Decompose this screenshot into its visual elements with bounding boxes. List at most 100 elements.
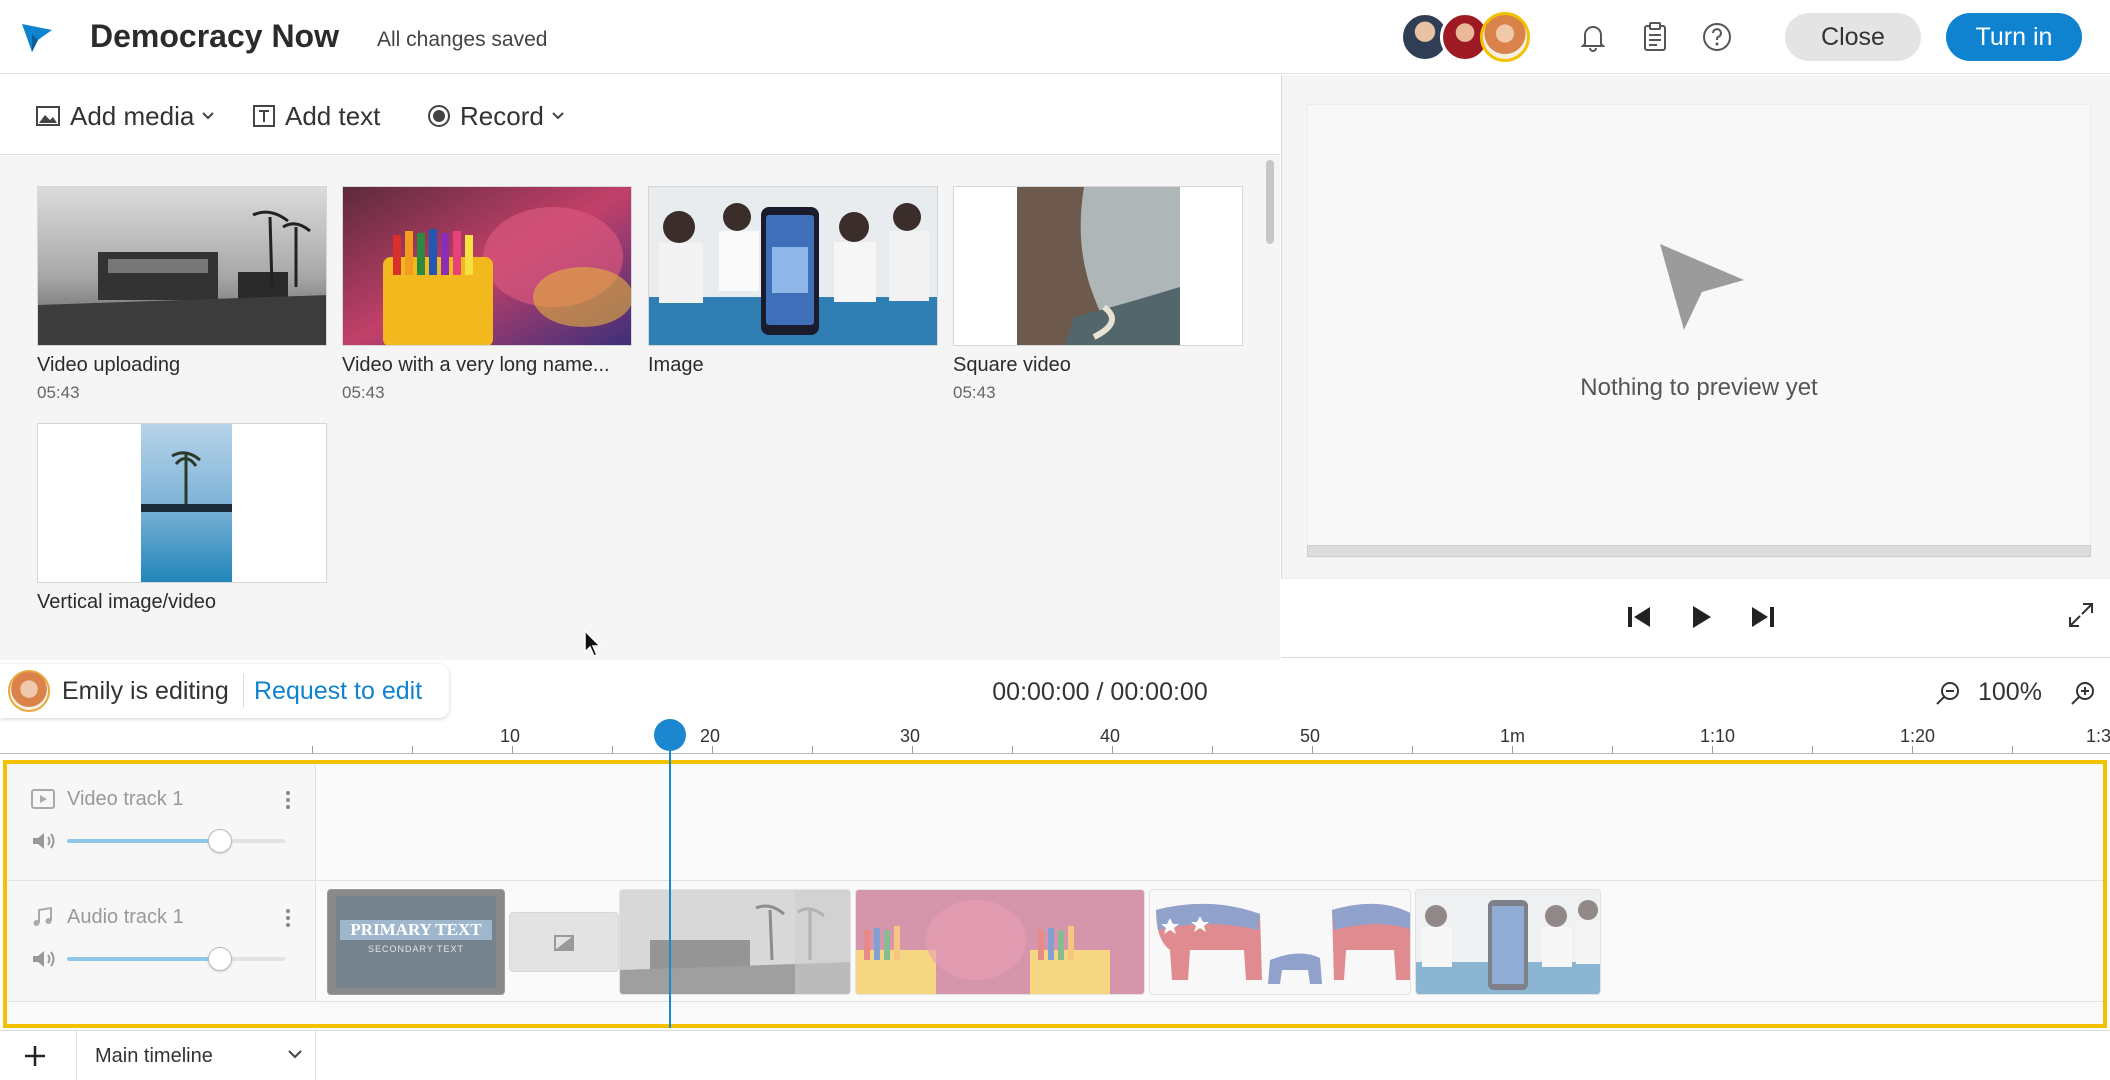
divider: [243, 674, 244, 708]
ruler-label: 20: [700, 726, 721, 746]
media-thumbnail: [648, 186, 938, 346]
more-vertical-icon[interactable]: [285, 908, 291, 928]
ruler-label: 40: [1100, 726, 1121, 746]
media-item[interactable]: Video uploading 05:43: [37, 186, 327, 403]
add-media-label: Add media: [70, 100, 195, 131]
preview-progress-bar[interactable]: [1307, 545, 2091, 557]
playback-controls: [1281, 578, 2110, 658]
app-logo-icon: [1660, 244, 1744, 330]
collaborator-avatars[interactable]: [1400, 12, 1530, 62]
media-item[interactable]: Image: [648, 186, 938, 377]
media-duration: 05:43: [37, 383, 80, 402]
fullscreen-icon[interactable]: [2067, 601, 2095, 629]
playhead-handle[interactable]: [654, 719, 686, 751]
media-clip[interactable]: [619, 889, 851, 995]
avatar: [8, 670, 50, 712]
add-text-label: Add text: [285, 100, 381, 131]
project-title: Democracy Now: [90, 18, 339, 54]
record-label: Record: [460, 100, 544, 131]
audio-track: Audio track 1 PRIMARY TEXT SECONDARY TEX…: [7, 882, 2103, 1002]
ruler-label: 30: [900, 726, 921, 746]
ruler-label: 1:30: [2086, 726, 2110, 746]
ruler-label: 10: [500, 726, 521, 746]
ruler-tick: [1812, 746, 1813, 753]
timeline-footer: Main timeline: [0, 1030, 2110, 1080]
zoom-level: 100%: [1978, 678, 2042, 706]
zoom-out-icon[interactable]: [1935, 680, 1961, 706]
ruler-tick: [512, 746, 513, 753]
ruler-tick: [1912, 746, 1913, 753]
help-icon[interactable]: [1700, 20, 1734, 54]
volume-slider-handle[interactable]: [208, 947, 232, 971]
ruler-tick: [312, 746, 313, 753]
record-icon: [428, 105, 450, 127]
clipboard-icon[interactable]: [1638, 20, 1672, 54]
volume-icon[interactable]: [31, 948, 57, 970]
volume-icon[interactable]: [31, 830, 57, 852]
ruler-tick: [1112, 746, 1113, 753]
timeline-ruler[interactable]: 10 20 30 40 50 1m 1:10 1:20 1:30: [0, 722, 2110, 754]
media-thumbnail: [342, 186, 632, 346]
media-name: Square video: [953, 354, 1071, 376]
app-logo-icon[interactable]: [20, 20, 54, 54]
skip-forward-icon[interactable]: [1747, 601, 1779, 633]
title-clip[interactable]: PRIMARY TEXT SECONDARY TEXT: [327, 889, 505, 995]
media-clip[interactable]: [1415, 889, 1601, 995]
app-header: Democracy Now All changes saved Close Tu…: [0, 0, 2110, 74]
playhead-line: [669, 740, 671, 1028]
zoom-in-icon[interactable]: [2070, 680, 2096, 706]
track-name: Video track 1: [67, 788, 184, 810]
play-icon[interactable]: [1685, 601, 1717, 633]
add-text-button[interactable]: Add text: [253, 101, 380, 131]
media-item[interactable]: Square video 05:43: [953, 186, 1243, 403]
media-toolbar: Add media Add text Record: [0, 75, 1280, 155]
volume-slider-fill: [67, 839, 220, 843]
video-track: Video track 1: [7, 764, 2103, 881]
save-status: All changes saved: [377, 28, 548, 51]
track-name: Audio track 1: [67, 906, 184, 928]
media-clip[interactable]: [855, 889, 1145, 995]
ruler-tick: [1212, 746, 1213, 753]
record-button[interactable]: Record: [428, 101, 574, 131]
add-media-button[interactable]: Add media: [36, 101, 224, 131]
timeline-name: Main timeline: [95, 1045, 213, 1067]
plus-icon[interactable]: [20, 1041, 50, 1071]
ruler-label: 1:10: [1700, 726, 1736, 746]
media-item[interactable]: Vertical image/video: [37, 423, 327, 614]
ruler-tick: [912, 746, 913, 753]
chevron-down-icon: [552, 112, 564, 120]
bell-icon[interactable]: [1576, 20, 1610, 54]
timeline-tracks: Video track 1 Audio track 1 PRIMARY TEXT…: [3, 760, 2107, 1028]
media-scroll-thumb[interactable]: [1266, 160, 1274, 244]
request-to-edit-link[interactable]: Request to edit: [254, 677, 422, 706]
ruler-tick: [1012, 746, 1013, 753]
more-vertical-icon[interactable]: [285, 790, 291, 810]
volume-slider-handle[interactable]: [208, 829, 232, 853]
close-button[interactable]: Close: [1785, 13, 1921, 61]
track-header: Video track 1: [7, 764, 316, 880]
chevron-down-icon: [288, 1050, 302, 1059]
ruler-tick: [2012, 746, 2013, 753]
ruler-tick: [1312, 746, 1313, 753]
editing-status-text: Emily is editing: [62, 677, 229, 705]
media-name: Video with a very long name...: [342, 354, 610, 376]
media-clip[interactable]: [1149, 889, 1411, 995]
clip-secondary-text: SECONDARY TEXT: [367, 944, 465, 954]
media-name: Vertical image/video: [37, 591, 216, 613]
timeline-selector[interactable]: Main timeline: [76, 1031, 316, 1080]
ruler-tick: [812, 746, 813, 753]
timecode-display: 00:00:00 / 00:00:00: [992, 678, 1208, 706]
chevron-down-icon: [202, 112, 215, 120]
turn-in-button[interactable]: Turn in: [1946, 13, 2082, 61]
media-item[interactable]: Video with a very long name... 05:43: [342, 186, 632, 403]
ruler-tick: [1412, 746, 1413, 753]
skip-back-icon[interactable]: [1623, 601, 1655, 633]
volume-slider-fill: [67, 957, 220, 961]
transition-clip[interactable]: [509, 912, 619, 972]
media-thumbnail: [37, 423, 327, 583]
editing-status-badge: Emily is editing Request to edit: [0, 664, 449, 718]
mouse-cursor-icon: [584, 630, 602, 657]
ruler-tick: [612, 746, 613, 753]
avatar[interactable]: [1480, 12, 1530, 62]
ruler-label: 1m: [1500, 726, 1526, 746]
